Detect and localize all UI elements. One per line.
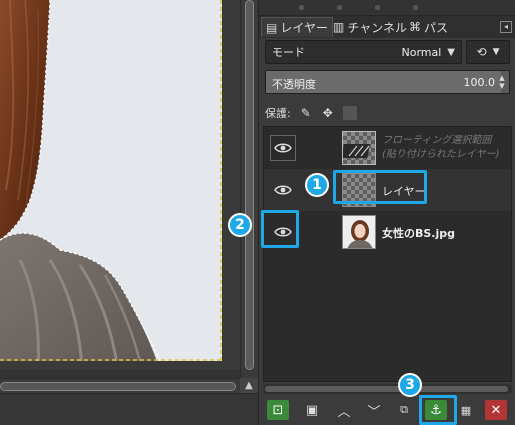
floating-layer-name: フローティング選択範囲 (貼り付けられたレイヤー) (382, 135, 500, 160)
tab-menu-icon[interactable]: ◂ (500, 21, 512, 33)
dock-handle-icon (413, 5, 418, 10)
lock-alpha-icon[interactable] (342, 106, 357, 120)
layer-row-floating[interactable]: フローティング選択範囲 (貼り付けられたレイヤー) (264, 127, 511, 169)
dock-handle-icon (299, 5, 304, 10)
canvas-vertical-scrollbar[interactable] (240, 0, 258, 378)
anchor-layer-icon[interactable]: ⚓ (425, 400, 447, 420)
layer-row-photo[interactable]: 女性のBS.jpg (264, 211, 511, 253)
lock-pixels-icon[interactable]: ✎ (299, 106, 313, 120)
visibility-eye-icon[interactable] (270, 219, 296, 245)
channels-icon: ▥ (333, 20, 345, 34)
annotation-badge-1: 1 (305, 173, 329, 197)
floating-layer-thumbnail (342, 131, 376, 165)
opacity-label: 不透明度 (272, 78, 316, 91)
annotation-badge-3: 3 (398, 373, 422, 397)
image-viewport[interactable] (0, 0, 240, 370)
layer-list[interactable]: フローティング選択範囲 (貼り付けられたレイヤー) レイヤー 女性のBS.jpg (263, 126, 512, 382)
dock-tab-bar: ▤ レイヤー ▥ チャンネル ⌘ パス ◂ (259, 16, 515, 38)
photo-layer-name[interactable]: 女性のBS.jpg (382, 225, 455, 241)
mode-value: Normal (401, 45, 442, 59)
new-layer-group-icon[interactable]: ▣ (301, 400, 323, 420)
canvas-horizontal-scrollbar[interactable] (0, 378, 240, 393)
lock-label: 保護: (265, 107, 291, 120)
annotation-badge-2: 2 (228, 213, 252, 237)
navigate-icon[interactable]: ▲ (240, 378, 258, 393)
vertical-scroll-thumb[interactable] (245, 0, 254, 370)
layer-name[interactable]: レイヤー (382, 183, 426, 199)
layers-dock-panel: ▤ レイヤー ▥ チャンネル ⌘ パス ◂ モード Normal ▼ ⟲ ▼ 不… (258, 0, 515, 425)
tab-channels[interactable]: ▥ チャンネル (329, 17, 411, 37)
image-canvas-area[interactable]: ▲ (0, 0, 258, 425)
dock-handle-icon (375, 5, 380, 10)
photo-layer-thumbnail (342, 215, 376, 249)
lock-row: 保護: ✎ ✥ (265, 104, 357, 122)
chevron-down-icon: ▼ (492, 47, 500, 57)
opacity-value: 100.0 (463, 76, 496, 89)
status-bar (0, 393, 258, 425)
merge-layer-icon[interactable]: ▦ (455, 400, 477, 420)
duplicate-layer-icon[interactable]: ⧉ (393, 400, 415, 420)
visibility-eye-icon[interactable] (270, 135, 296, 161)
layer-list-scrollbar[interactable] (263, 384, 512, 394)
lock-position-icon[interactable]: ✥ (321, 106, 335, 120)
canvas-image (0, 0, 240, 370)
opacity-slider[interactable]: 不透明度 100.0 ▲ ▼ (265, 70, 510, 94)
new-layer-icon[interactable]: ⊡ (267, 400, 289, 420)
horizontal-scroll-thumb[interactable] (0, 382, 236, 391)
dock-header (259, 0, 515, 16)
tab-layers-label: レイヤー (280, 21, 328, 35)
lower-layer-icon[interactable]: ﹀ (363, 400, 385, 420)
raise-layer-icon[interactable]: ︿ (333, 400, 355, 420)
tab-channels-label: チャンネル (347, 20, 407, 35)
layer-list-scroll-thumb[interactable] (265, 386, 508, 392)
spin-arrows-icon[interactable]: ▲ ▼ (498, 74, 506, 90)
mode-select[interactable]: モード Normal ▼ (265, 40, 462, 64)
layer-button-bar: ⊡ ▣ ︿ ﹀ ⧉ ⚓ ▦ ✕ (259, 397, 515, 423)
layer-thumbnail (342, 173, 376, 207)
chevron-down-icon: ▼ (447, 46, 455, 58)
tab-layers[interactable]: ▤ レイヤー (261, 17, 333, 37)
dock-handle-icon (337, 5, 342, 10)
mode-label: モード (272, 46, 305, 59)
mode-row: モード Normal ▼ ⟲ ▼ (265, 40, 510, 64)
reset-icon: ⟲ (476, 45, 487, 59)
delete-layer-icon[interactable]: ✕ (485, 400, 507, 420)
tab-paths-label: パス (424, 20, 449, 35)
paths-icon: ⌘ (409, 20, 421, 34)
layer-row-layer[interactable]: レイヤー (264, 169, 511, 211)
layers-icon: ▤ (266, 20, 278, 35)
visibility-eye-icon[interactable] (270, 177, 296, 203)
composite-mode-button[interactable]: ⟲ ▼ (466, 40, 510, 64)
tab-paths[interactable]: ⌘ パス (405, 17, 452, 37)
